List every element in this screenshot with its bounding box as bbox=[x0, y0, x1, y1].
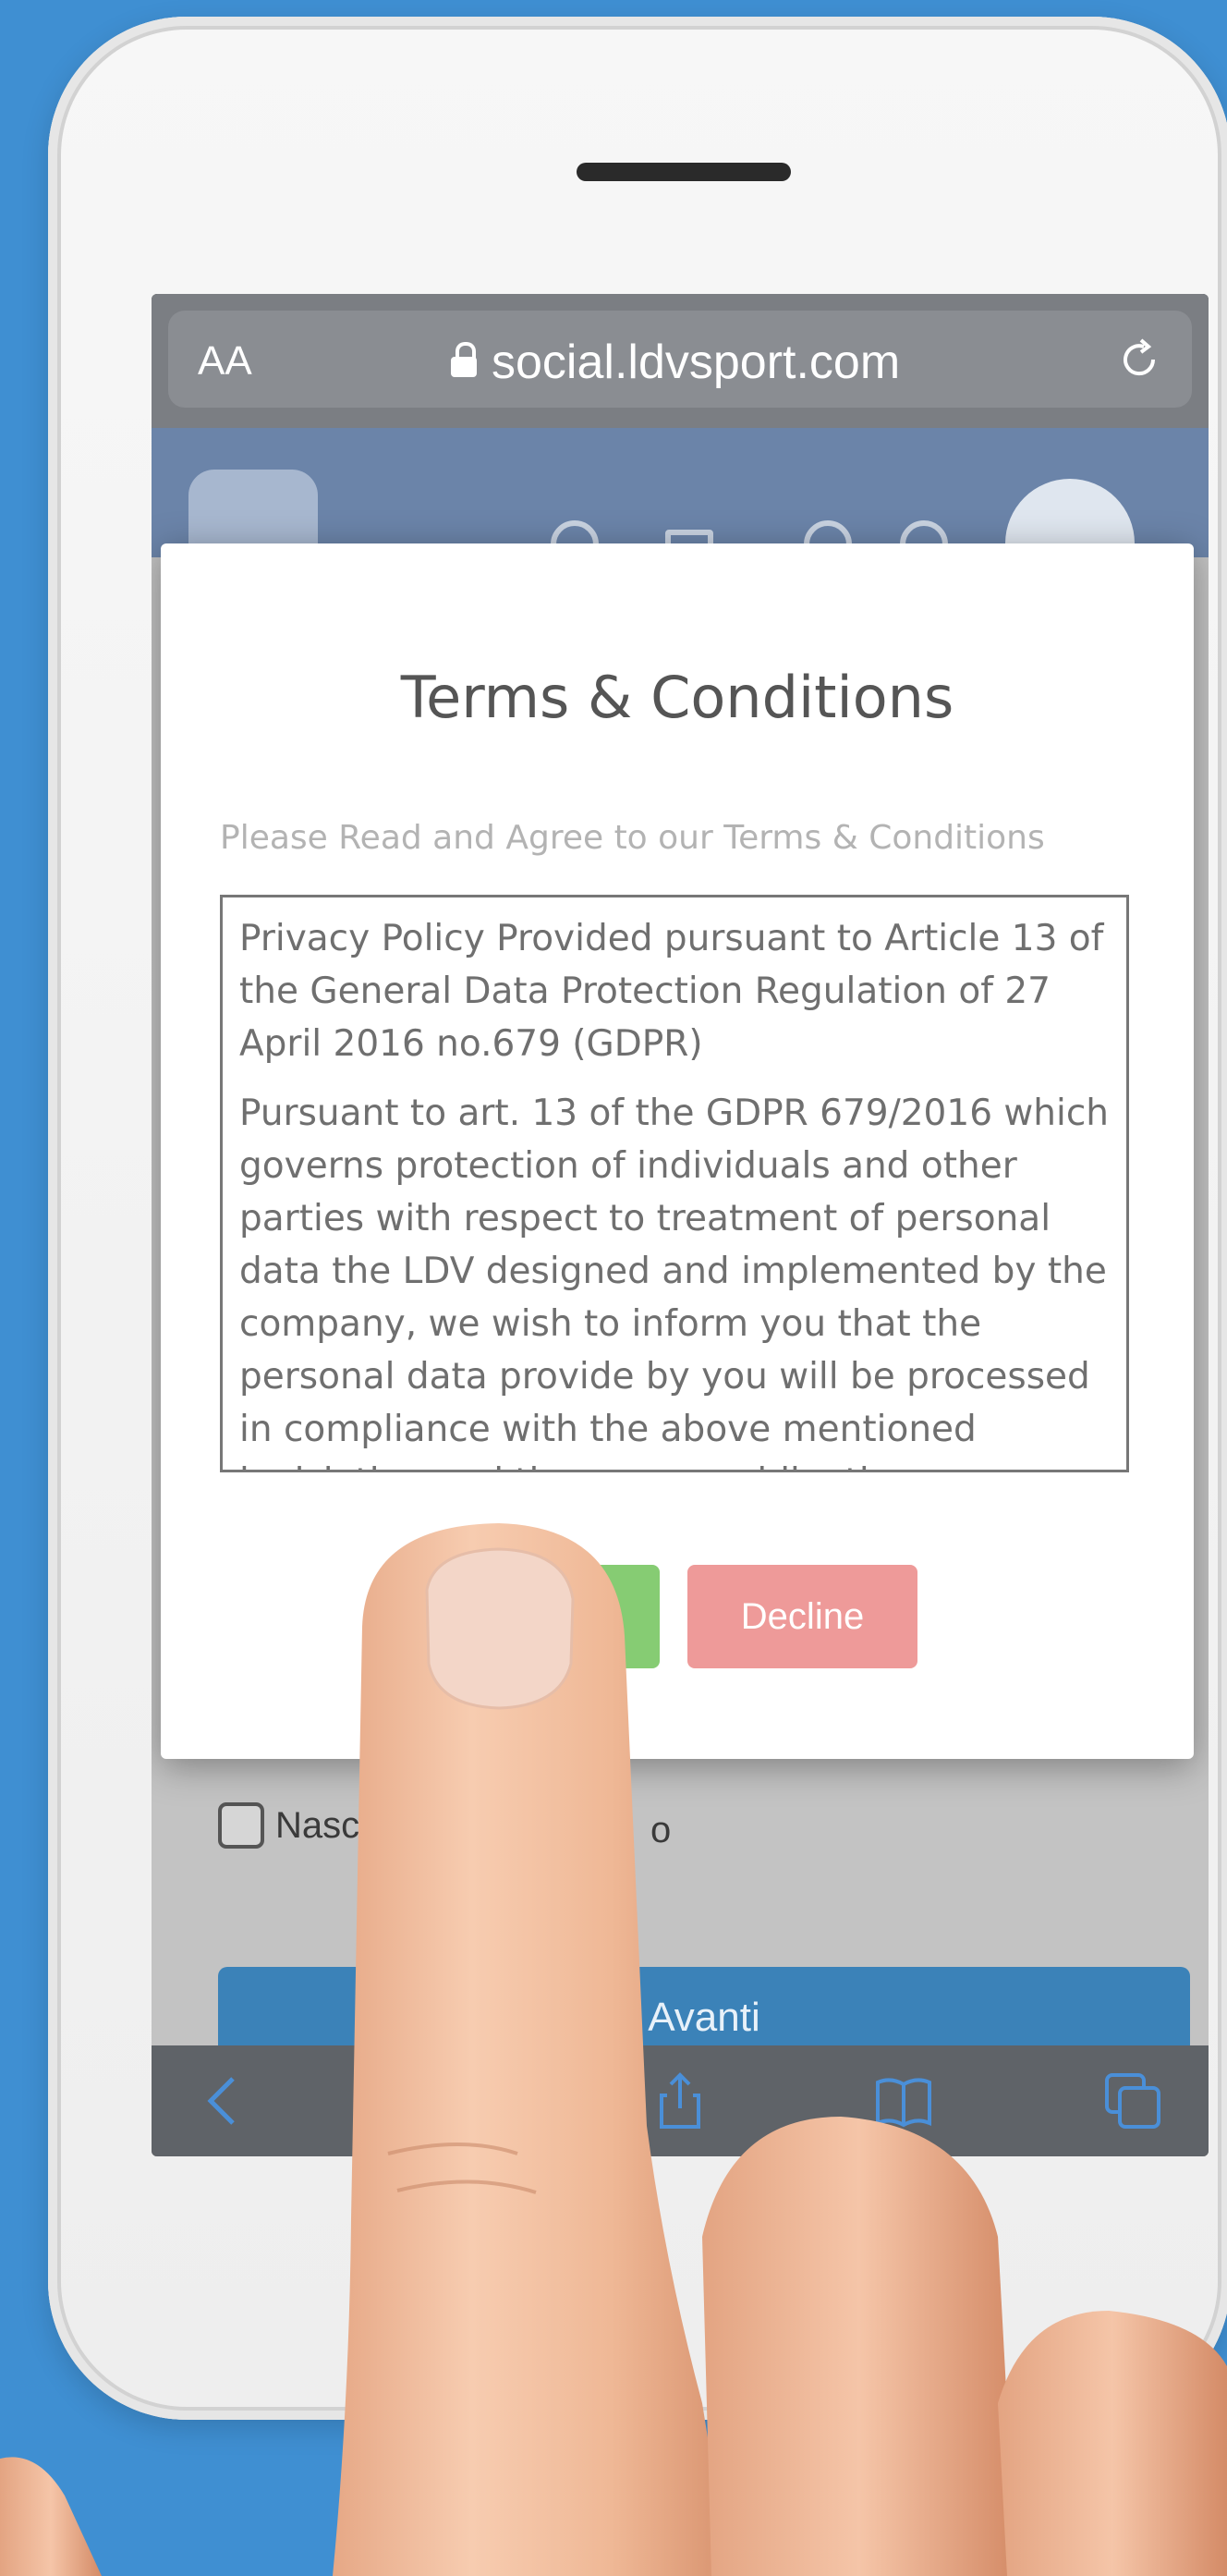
terms-modal: Terms & Conditions Please Read and Agree… bbox=[161, 543, 1194, 1759]
terms-text-box[interactable]: Privacy Policy Provided pursuant to Arti… bbox=[220, 895, 1129, 1472]
phone-speaker bbox=[577, 163, 791, 181]
reload-icon[interactable] bbox=[1116, 336, 1162, 383]
modal-buttons: Decline bbox=[161, 1565, 1194, 1668]
phone-frame: AA social.ldvsport.com Nascon o Avanti T… bbox=[48, 17, 1227, 2420]
url-text[interactable]: social.ldvsport.com bbox=[492, 335, 900, 390]
accept-button[interactable] bbox=[437, 1565, 660, 1668]
decline-button[interactable]: Decline bbox=[687, 1565, 917, 1668]
terms-paragraph: Pursuant to art. 13 of the GDPR 679/2016… bbox=[239, 1093, 1110, 1470]
hide-checkbox-row[interactable]: Nascon bbox=[218, 1802, 401, 1849]
address-bar[interactable]: AA social.ldvsport.com bbox=[168, 311, 1192, 408]
bookmarks-icon[interactable] bbox=[874, 2071, 933, 2130]
checkbox-label-tail: o bbox=[650, 1810, 672, 1850]
lock-icon bbox=[451, 342, 477, 377]
modal-subtitle: Please Read and Agree to our Terms & Con… bbox=[220, 819, 1045, 857]
checkbox-label: Nascon bbox=[275, 1804, 401, 1846]
next-button-label: Avanti bbox=[648, 1995, 760, 2040]
hide-checkbox[interactable] bbox=[218, 1802, 264, 1849]
modal-title: Terms & Conditions bbox=[400, 664, 954, 731]
back-icon[interactable] bbox=[196, 2071, 255, 2130]
share-icon[interactable] bbox=[650, 2071, 710, 2130]
thumb bbox=[0, 2457, 102, 2576]
text-size-button[interactable]: AA bbox=[198, 338, 252, 385]
decline-button-label: Decline bbox=[740, 1595, 865, 1637]
browser-address-area: AA social.ldvsport.com bbox=[152, 294, 1209, 428]
site-header bbox=[152, 428, 1209, 608]
terms-paragraph: Privacy Policy Provided pursuant to Arti… bbox=[239, 918, 1104, 1065]
browser-toolbar bbox=[152, 2045, 1209, 2156]
phone-screen: AA social.ldvsport.com Nascon o Avanti T… bbox=[152, 294, 1209, 2156]
tabs-icon[interactable] bbox=[1103, 2071, 1162, 2130]
